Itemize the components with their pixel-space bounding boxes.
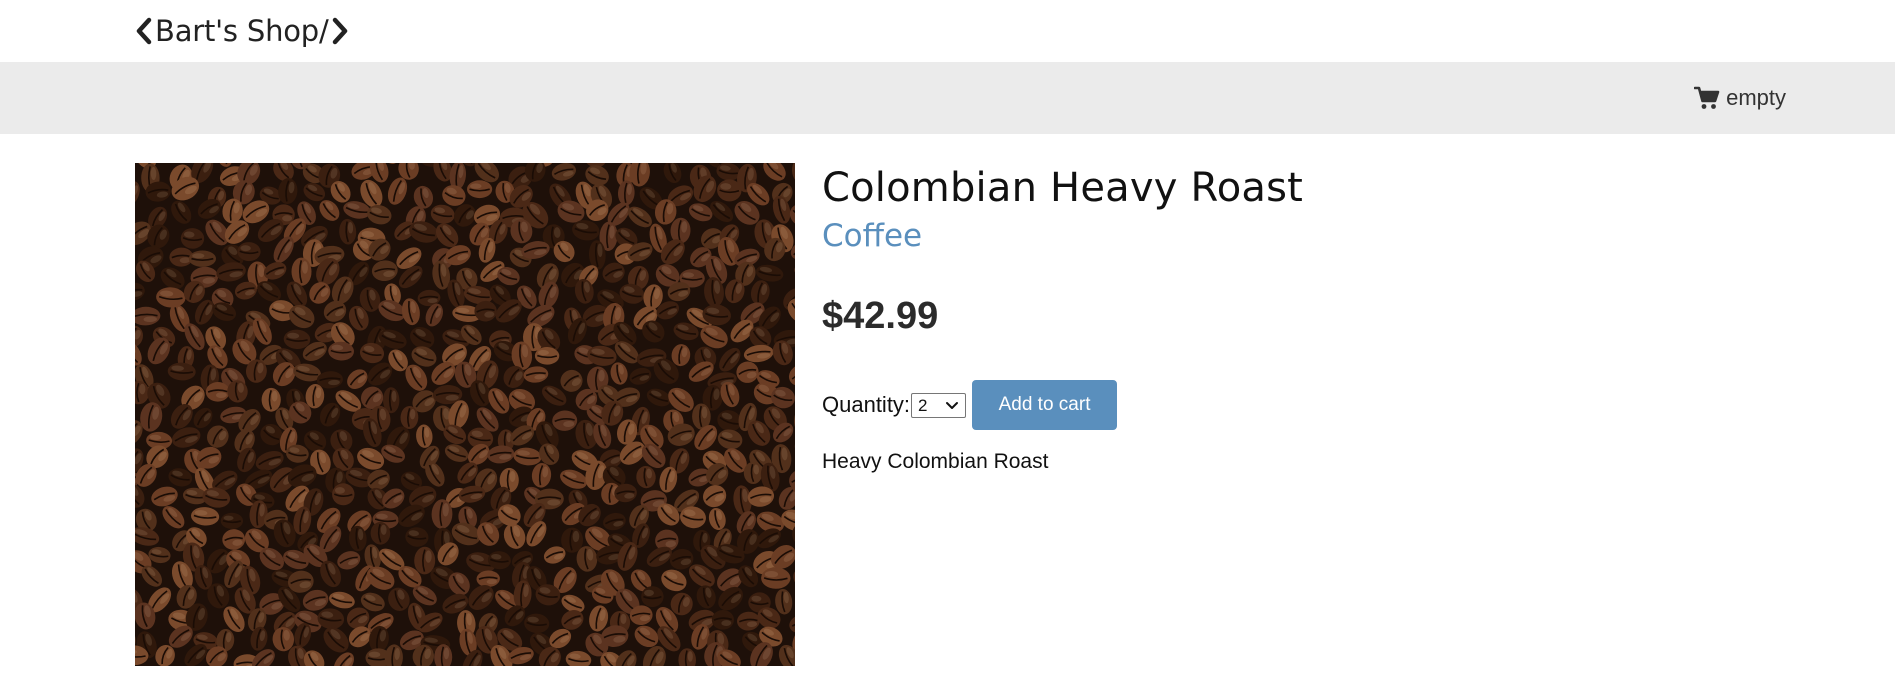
chevron-left-icon bbox=[134, 16, 154, 46]
brand-logo-link[interactable]: Bart's Shop/ bbox=[134, 12, 350, 50]
cart-status-label: empty bbox=[1726, 85, 1786, 110]
quantity-value: 2 bbox=[918, 395, 928, 415]
quantity-label: Quantity: bbox=[822, 392, 911, 417]
add-to-cart-form: Quantity: 2 Add to cart bbox=[822, 380, 1118, 430]
cart-link[interactable]: empty bbox=[1694, 85, 1786, 111]
main-nav-bar: empty bbox=[0, 62, 1895, 134]
brand-name: Bart's Shop/ bbox=[155, 14, 329, 48]
product-title: Colombian Heavy Roast bbox=[822, 165, 1303, 211]
add-to-cart-button[interactable]: Add to cart bbox=[972, 380, 1118, 430]
chevron-down-icon bbox=[945, 401, 959, 411]
shopping-cart-icon bbox=[1694, 86, 1720, 110]
brand-header: Bart's Shop/ bbox=[0, 0, 1895, 62]
product-image bbox=[135, 163, 795, 666]
quantity-select[interactable]: 2 bbox=[911, 392, 967, 418]
product-details: Colombian Heavy Roast Coffee $42.99 Quan… bbox=[822, 160, 1722, 473]
product-category-link[interactable]: Coffee bbox=[822, 218, 922, 254]
chevron-right-icon bbox=[330, 16, 350, 46]
product-price: $42.99 bbox=[822, 295, 939, 337]
product-description: Heavy Colombian Roast bbox=[822, 450, 1049, 473]
